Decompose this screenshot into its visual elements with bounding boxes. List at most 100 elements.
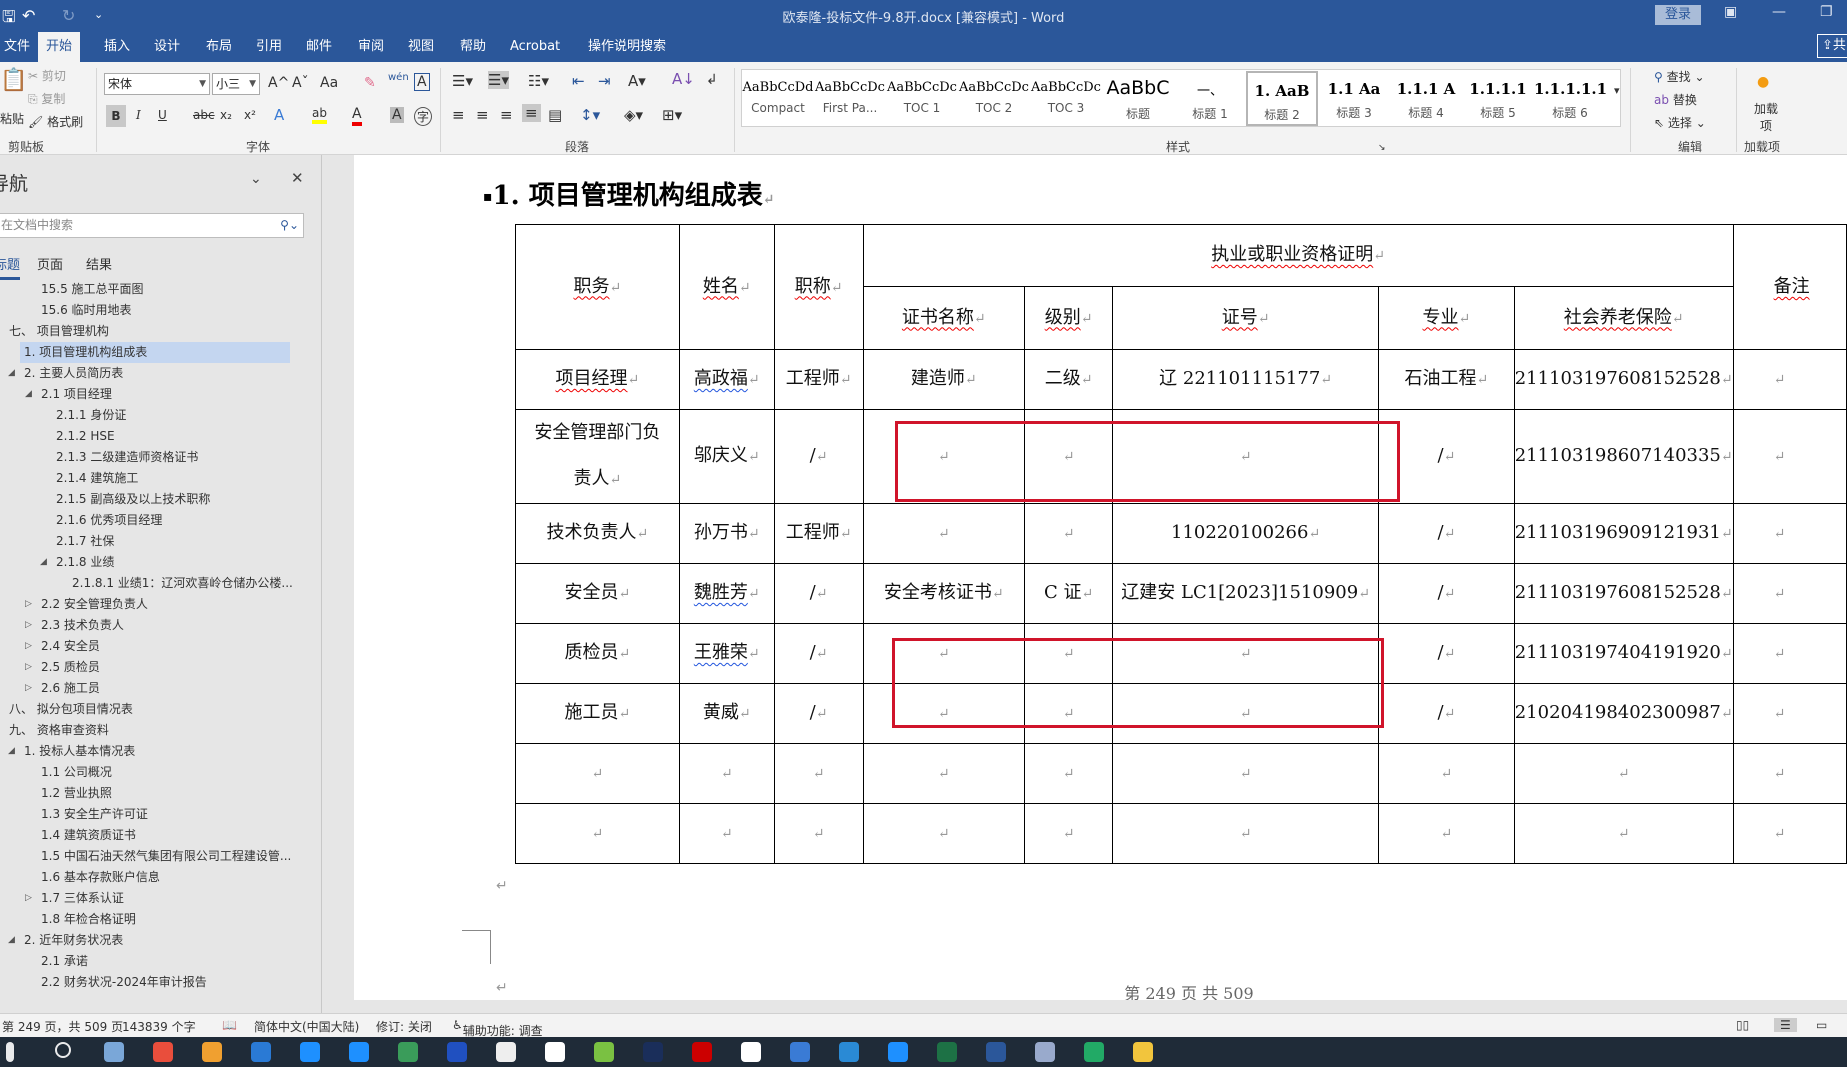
ribbon-tab[interactable]: 开始	[38, 32, 81, 62]
italic-button[interactable]: I	[136, 108, 141, 122]
nav-tab-headings[interactable]: 标题	[0, 254, 21, 280]
table-cell[interactable]: 辽建安 LC1[2023]1510909↵	[1112, 563, 1380, 624]
taskbar-app-icon[interactable]	[153, 1042, 173, 1062]
bold-button[interactable]: B	[106, 105, 126, 127]
nav-item[interactable]: 1.8 年检合格证明	[0, 909, 321, 930]
document-page[interactable]: ▪1. 项目管理机构组成表↵ 职务↵ 姓名↵ 职称↵ 执业或职业资格证明↵ 备注…	[354, 155, 1847, 1000]
nav-item[interactable]: 2.1.2 HSE	[0, 426, 321, 447]
collapse-icon[interactable]: ◢	[8, 363, 15, 384]
table-cell[interactable]: /↵	[1378, 563, 1515, 624]
ribbon-tab[interactable]: 文件	[0, 32, 38, 62]
table-cell[interactable]: 211103197608152528↵	[1513, 349, 1734, 410]
taskbar-app-icon[interactable]	[349, 1042, 369, 1062]
show-marks-icon[interactable]: ↲	[706, 72, 718, 88]
ribbon-tab[interactable]: 布局	[198, 32, 240, 62]
table-cell[interactable]: /↵	[773, 623, 864, 684]
table-cell[interactable]: ↵	[1732, 803, 1847, 864]
nav-item[interactable]: 1. 项目管理机构组成表	[0, 342, 321, 363]
table-cell[interactable]: 211103196909121931↵	[1513, 503, 1734, 564]
nav-item[interactable]: 1.1 公司概况	[0, 762, 321, 783]
language-status[interactable]: 简体中文(中国大陆)	[254, 1018, 359, 1035]
format-painter-button[interactable]: 🖌 格式刷	[28, 113, 83, 130]
taskbar-app-icon[interactable]	[1133, 1042, 1153, 1062]
nav-item[interactable]: 2.1.6 优秀项目经理	[0, 510, 321, 531]
table-cell[interactable]: ↵	[773, 803, 864, 864]
table-cell[interactable]: 工程师↵	[773, 349, 864, 410]
table-cell[interactable]: C 证↵	[1024, 563, 1114, 624]
replace-button[interactable]: ab 替换	[1654, 91, 1697, 108]
table-cell[interactable]: ↵	[1513, 743, 1734, 804]
collapse-icon[interactable]: ◢	[8, 930, 15, 951]
nav-search-input[interactable]: 在文档中搜索 ⚲⌄	[0, 213, 304, 238]
cut-button[interactable]: ✂ 剪切	[28, 67, 66, 84]
style-item[interactable]: AaBbCcDc First Pa...	[814, 71, 886, 126]
shading-icon[interactable]: ◈▾	[624, 106, 643, 124]
text-effects-button[interactable]: A	[274, 106, 284, 124]
ribbon-tab[interactable]: 引用	[248, 32, 290, 62]
expand-icon[interactable]: ▷	[25, 678, 32, 699]
table-cell[interactable]: ↵	[515, 803, 680, 864]
align-center-icon[interactable]: ≡	[476, 106, 489, 124]
ribbon-tab[interactable]: 插入	[96, 32, 138, 62]
nav-item[interactable]: 2.1.8.1 业绩1：辽河欢喜岭仓储办公楼...	[0, 573, 321, 594]
nav-item[interactable]: ◢ 2.1.8 业绩	[0, 552, 321, 573]
nav-item[interactable]: 15.6 临时用地表	[0, 300, 321, 321]
nav-item[interactable]: 1.5 中国石油天然气集团有限公司工程建设管...	[0, 846, 321, 867]
table-cell[interactable]: ↵	[1513, 803, 1734, 864]
horizontal-scrollbar[interactable]	[354, 1000, 1847, 1013]
taskbar-app-icon[interactable]	[55, 1042, 71, 1058]
table-cell[interactable]: 211103198607140335↵	[1513, 409, 1734, 504]
table-cell[interactable]: ↵	[515, 743, 680, 804]
font-color-button[interactable]: A	[352, 106, 362, 126]
ribbon-tab[interactable]: Acrobat	[502, 32, 568, 62]
table-cell[interactable]: ↵	[1378, 803, 1515, 864]
ribbon-tab[interactable]: 设计	[146, 32, 188, 62]
taskbar-app-icon[interactable]	[6, 1042, 14, 1062]
collapse-icon[interactable]: ◢	[40, 552, 47, 573]
nav-item[interactable]: 15.5 施工总平面图	[0, 279, 321, 300]
table-cell[interactable]: 辽 221101115177↵	[1112, 349, 1380, 410]
table-cell[interactable]: ↵	[1732, 743, 1847, 804]
expand-icon[interactable]: ▷	[25, 594, 32, 615]
nav-item[interactable]: 1.6 基本存款账户信息	[0, 867, 321, 888]
table-cell[interactable]: ↵	[1378, 743, 1515, 804]
expand-icon[interactable]: ▷	[25, 888, 32, 909]
taskbar-app-icon[interactable]	[692, 1042, 712, 1062]
ribbon-tab[interactable]: 审阅	[350, 32, 392, 62]
style-item[interactable]: AaBbCcDc TOC 3	[1030, 71, 1102, 126]
chevron-down-icon[interactable]: ⌄	[250, 171, 262, 187]
share-button[interactable]: ⇪共	[1817, 34, 1847, 58]
search-icon[interactable]: ⚲⌄	[280, 214, 299, 237]
styles-launcher-icon[interactable]: ↘	[1378, 143, 1386, 153]
nav-item[interactable]: 八、 拟分包项目情况表	[0, 699, 321, 720]
collapse-icon[interactable]: ◢	[25, 384, 32, 405]
select-button[interactable]: ⇖ 选择 ⌄	[1654, 114, 1706, 131]
table-cell[interactable]: ↵	[1024, 803, 1114, 864]
ribbon-tab[interactable]: 帮助	[452, 32, 494, 62]
style-item[interactable]: AaBbCcDc TOC 1	[886, 71, 958, 126]
table-cell[interactable]: 建造师↵	[862, 349, 1026, 410]
close-icon[interactable]: ✕	[291, 169, 304, 187]
table-cell[interactable]: 石油工程↵	[1378, 349, 1515, 410]
taskbar-app-icon[interactable]	[1084, 1042, 1104, 1062]
minimize-icon[interactable]: —	[1772, 4, 1786, 20]
paste-button[interactable]: 粘贴	[0, 110, 24, 127]
taskbar-app-icon[interactable]	[251, 1042, 271, 1062]
taskbar-app-icon[interactable]	[594, 1042, 614, 1062]
nav-item[interactable]: ▷ 2.5 质检员	[0, 657, 321, 678]
track-changes-status[interactable]: 修订: 关闭	[376, 1018, 432, 1035]
taskbar-app-icon[interactable]	[643, 1042, 663, 1062]
expand-icon[interactable]: ▷	[25, 636, 32, 657]
style-item[interactable]: 一、 标题 1	[1174, 71, 1246, 126]
enclose-char-button[interactable]: 字	[414, 107, 433, 126]
paste-icon[interactable]: 📋	[0, 68, 27, 93]
char-shading-button[interactable]: A	[390, 107, 404, 123]
borders-icon[interactable]: ⊞▾	[662, 106, 682, 124]
table-cell[interactable]: ↵	[1732, 563, 1847, 624]
table-cell[interactable]: ↵	[1732, 623, 1847, 684]
table-cell[interactable]: ↵	[773, 743, 864, 804]
increase-indent-icon[interactable]: ⇥	[598, 72, 611, 90]
multilevel-list-icon[interactable]: ☷▾	[528, 72, 549, 90]
nav-item[interactable]: ◢ 2. 主要人员简历表	[0, 363, 321, 384]
taskbar-app-icon[interactable]	[937, 1042, 957, 1062]
